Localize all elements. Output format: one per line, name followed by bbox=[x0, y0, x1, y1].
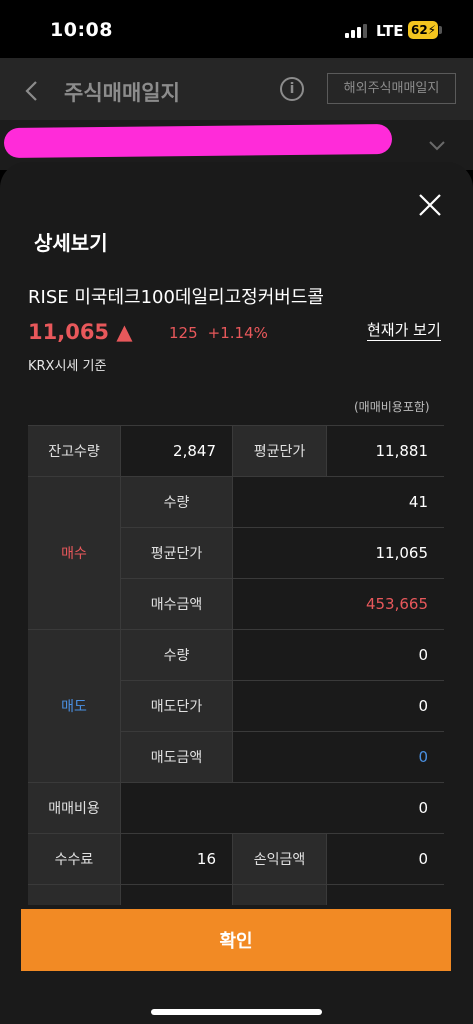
price-basis: KRX시세 기준 bbox=[28, 359, 107, 374]
current-price-link[interactable]: 현재가 보기 bbox=[367, 320, 441, 341]
sell-amount-value: 0 bbox=[233, 732, 444, 783]
pnl-label: 손익금액 bbox=[233, 834, 327, 885]
buy-qty-label: 수량 bbox=[121, 477, 233, 528]
next-row-label bbox=[28, 885, 121, 905]
battery-icon: 62 ⚡ bbox=[408, 21, 438, 39]
next-row-label-2 bbox=[233, 885, 327, 905]
avg-price-label: 평균단가 bbox=[233, 426, 327, 477]
buy-group-label: 매수 bbox=[28, 477, 121, 630]
change-percent: +1.14% bbox=[207, 324, 268, 342]
commission-label: 수수료 bbox=[28, 834, 121, 885]
price-change: 125 +1.14% bbox=[169, 324, 268, 342]
redaction-mark bbox=[3, 123, 393, 159]
background-page-title: 주식매매일지 bbox=[64, 81, 180, 105]
back-arrow-icon[interactable] bbox=[22, 80, 42, 102]
next-row-value bbox=[121, 885, 233, 905]
sell-qty-value: 0 bbox=[233, 630, 444, 681]
fee-note: (매매비용포함) bbox=[354, 400, 430, 414]
status-time: 10:08 bbox=[50, 19, 113, 41]
pnl-value: 0 bbox=[327, 834, 444, 885]
sell-price-value: 0 bbox=[233, 681, 444, 732]
buy-avg-value: 11,065 bbox=[233, 528, 444, 579]
buy-amount-label: 매수금액 bbox=[121, 579, 233, 630]
trade-cost-label: 매매비용 bbox=[28, 783, 121, 834]
sell-price-label: 매도단가 bbox=[121, 681, 233, 732]
chevron-down-icon[interactable] bbox=[429, 141, 445, 151]
confirm-button[interactable]: 확인 bbox=[21, 909, 451, 971]
trade-cost-value: 0 bbox=[121, 783, 444, 834]
home-indicator bbox=[151, 1009, 322, 1015]
change-amount: 125 bbox=[169, 324, 198, 342]
holding-qty-value: 2,847 bbox=[121, 426, 233, 477]
close-icon[interactable] bbox=[418, 193, 442, 217]
sell-qty-label: 수량 bbox=[121, 630, 233, 681]
signal-icon bbox=[345, 24, 369, 38]
commission-value: 16 bbox=[121, 834, 233, 885]
buy-amount-value: 453,665 bbox=[233, 579, 444, 630]
avg-price-value: 11,881 bbox=[327, 426, 444, 477]
overseas-journal-button[interactable]: 해외주식매매일지 bbox=[327, 73, 456, 104]
trade-detail-table: 잔고수량 2,847 평균단가 11,881 매수 수량 41 평균단가 11,… bbox=[28, 425, 444, 905]
current-price: 11,065 ▲ bbox=[28, 320, 133, 344]
sheet-title: 상세보기 bbox=[34, 231, 108, 255]
sell-amount-label: 매도금액 bbox=[121, 732, 233, 783]
network-label: LTE bbox=[376, 22, 404, 40]
battery-level: 62 bbox=[411, 23, 428, 37]
status-bar: 10:08 LTE 62 ⚡ bbox=[0, 0, 473, 58]
holding-qty-label: 잔고수량 bbox=[28, 426, 121, 477]
buy-qty-value: 41 bbox=[233, 477, 444, 528]
sell-group-label: 매도 bbox=[28, 630, 121, 783]
battery-tip bbox=[439, 26, 442, 34]
next-row-value-2 bbox=[327, 885, 444, 905]
stock-name: RISE 미국테크100데일리고정커버드콜 bbox=[28, 287, 324, 308]
info-icon[interactable]: i bbox=[280, 77, 304, 101]
buy-avg-label: 평균단가 bbox=[121, 528, 233, 579]
